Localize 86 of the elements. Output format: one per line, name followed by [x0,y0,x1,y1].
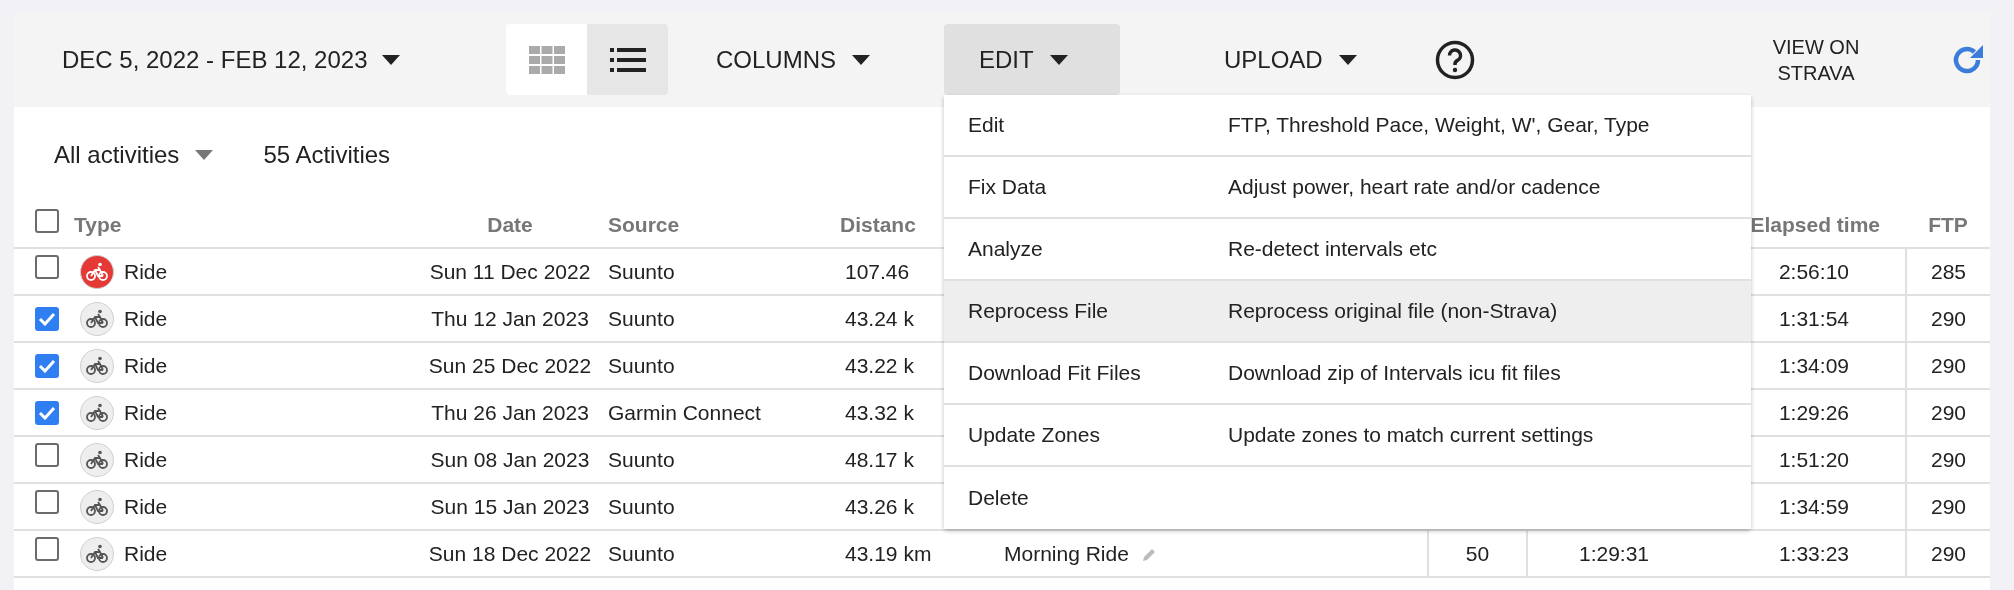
help-icon[interactable] [1435,39,1475,80]
table-cell: 48.17 k [845,447,914,471]
checkbox[interactable] [35,208,59,233]
table-cell: 290 [1930,494,1966,518]
caret-icon [195,150,214,160]
table-cell: 50 [1465,541,1490,565]
table-cell: 1:29:26 [1778,400,1849,424]
table-cell: 43.22 k [845,353,914,377]
table-cell-text: Ride [124,446,168,473]
menu-button[interactable]: UPLOAD [1224,24,1357,95]
column-header: Type [74,213,122,237]
caret-icon [381,54,400,65]
table-cell: 285 [1930,259,1966,283]
table-cell-text: Ride [124,493,168,520]
table-cell: 107.46 [845,259,910,283]
column-header: Source [608,213,680,237]
table-cell: 1:31:54 [1778,306,1849,330]
column-header: FTP [1928,213,1968,237]
view-on-strava-button[interactable]: VIEW ON STRAVA [1751,33,1881,86]
table-cell: Thu 26 Jan 2023 [431,400,589,424]
table-cell-text: Ride [124,305,168,332]
table-cell: Suunto [608,494,675,518]
table-cell: Suunto [608,353,675,377]
table-cell: 43.19 km [845,541,932,565]
table-cell: 43.24 k [845,306,914,330]
table-cell: 2:56:10 [1778,259,1849,283]
list-icon [609,47,646,72]
table-cell: 290 [1930,447,1966,471]
table-cell-text: Ride [124,352,168,379]
table-cell: 1:34:59 [1778,494,1849,518]
checkbox[interactable] [35,255,59,280]
table-cell: 1:33:23 [1778,541,1849,565]
table-cell-text: Ride [124,540,168,567]
checkbox[interactable] [35,537,59,562]
table-cell: Morning Ride [1004,541,1129,565]
grid-icon [528,45,565,74]
table-cell: 43.26 k [845,494,914,518]
activity-filter-dropdown[interactable]: All activities [54,137,214,173]
table-cell: Suunto [608,447,675,471]
table-cell: Thu 12 Jan 2023 [431,306,589,330]
table-cell: Sun 08 Jan 2023 [430,447,590,471]
column-header: Distanc [840,213,916,237]
table-cell: 290 [1930,400,1966,424]
menu-item[interactable]: Download Fit Files Download zip of Intervals icu fit files [944,343,1751,405]
column-header: Elapsed time [1750,213,1880,237]
table-cell: 1:34:09 [1778,353,1849,377]
table-cell: Garmin Connect [608,400,761,424]
checkmark-icon [38,358,56,373]
menu-item[interactable]: Fix Data Adjust power, heart rate and/or cadence [944,157,1751,219]
table-cell: 290 [1930,541,1966,565]
table-cell: Suunto [608,259,675,283]
menu-item[interactable]: Edit FTP, Threshold Pace, Weight, W', Gear, Type [944,95,1751,157]
menu-button[interactable]: COLUMNS [716,24,870,95]
caret-icon [1338,54,1357,65]
table-cell: 43.32 k [845,400,914,424]
table-cell: 290 [1930,353,1966,377]
list-view-button[interactable] [587,24,668,95]
table-cell: Sun 11 Dec 2022 [429,259,591,283]
checkbox[interactable] [35,400,59,425]
table-cell: Sun 15 Jan 2023 [430,494,590,518]
caret-icon [1049,54,1068,65]
table-cell: 1:29:31 [1578,541,1650,565]
table-cell: Suunto [608,306,675,330]
table-cell-text: Ride [124,399,168,426]
checkbox[interactable] [35,490,59,515]
menu-item[interactable]: Update Zones Update zones to match current settings [944,405,1751,467]
table-cell: Sun 18 Dec 2022 [428,541,592,565]
activity-count: 55 Activities [263,140,391,170]
checkbox[interactable] [35,306,59,331]
table-cell: Sun 25 Dec 2022 [428,353,592,377]
menu-item[interactable]: Delete [944,467,1751,529]
menu-item[interactable]: Analyze Re-detect intervals etc [944,219,1751,281]
menu-item[interactable]: Reprocess File Reprocess original file (non-Strava) [944,281,1751,343]
refresh-icon[interactable] [1951,43,1984,76]
table-cell-text: Ride [124,258,168,285]
date-range-button[interactable]: DEC 5, 2022 - FEB 12, 2023 [62,41,400,78]
caret-icon [852,54,870,65]
checkmark-icon [38,405,56,420]
checkbox[interactable] [35,353,59,378]
table-cell: Suunto [608,541,675,565]
checkbox[interactable] [35,443,59,468]
table-cell: 1:51:20 [1778,447,1849,471]
checkmark-icon [38,311,56,326]
column-header: Date [487,213,533,237]
table-cell: 290 [1930,306,1966,330]
menu-button[interactable]: EDIT [944,24,1120,95]
